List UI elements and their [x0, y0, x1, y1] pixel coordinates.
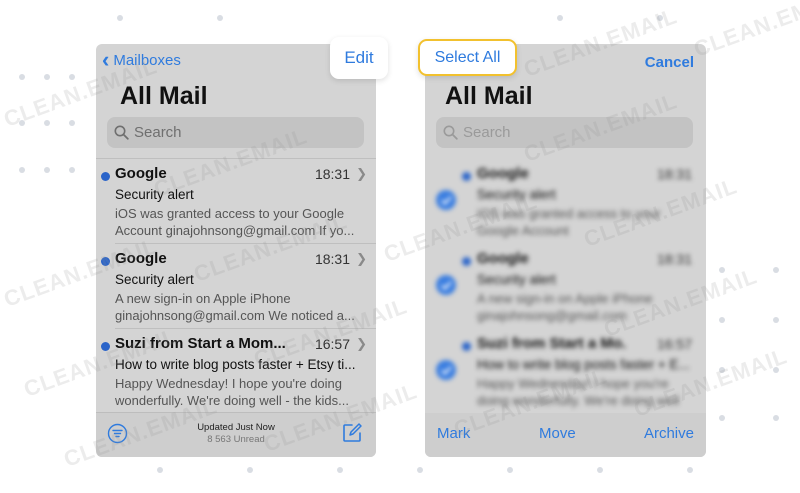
compose-icon[interactable]	[341, 422, 363, 449]
mark-button[interactable]: Mark	[437, 425, 470, 442]
list-item[interactable]: Suzi from Start a Mom... 16:57 ❯ How to …	[96, 329, 376, 411]
email-time: 18:31	[656, 166, 692, 182]
unread-dot-icon	[101, 172, 110, 181]
page-title: All Mail	[445, 82, 533, 110]
list-item[interactable]: Google 18:31 Security alert iOS was gran…	[425, 159, 706, 241]
search-input[interactable]: Search	[436, 117, 693, 148]
email-subject: Security alert	[115, 272, 194, 287]
email-subject: Security alert	[477, 272, 556, 287]
checkmark-icon[interactable]	[436, 275, 456, 295]
email-sender: Suzi from Start a Mo...	[477, 335, 627, 352]
blurred-email-list: Google 18:31 Security alert iOS was gran…	[425, 159, 706, 414]
email-preview: A new sign-in on Apple iPhone ginajohnso…	[115, 291, 355, 323]
search-placeholder: Search	[463, 124, 511, 141]
search-input[interactable]: Search	[107, 117, 364, 148]
bottom-toolbar: Updated Just Now 8 563 Unread	[96, 412, 376, 457]
email-subject: How to write blog posts faster + E...	[477, 357, 690, 372]
chevron-right-icon: ❯	[356, 251, 367, 266]
unread-dot-icon	[462, 257, 471, 266]
edit-toolbar: Mark Move Archive	[425, 413, 706, 457]
email-time: 18:31	[314, 251, 350, 267]
unread-dot-icon	[462, 342, 471, 351]
archive-button[interactable]: Archive	[644, 425, 694, 442]
email-preview: Happy Wednesday! I hope you're doing won…	[115, 376, 349, 408]
email-time: 18:31	[314, 166, 350, 182]
move-button[interactable]: Move	[539, 425, 576, 442]
checkmark-icon[interactable]	[436, 190, 456, 210]
email-subject: How to write blog posts faster + Etsy ti…	[115, 357, 356, 372]
search-icon	[114, 125, 129, 140]
checkmark-icon[interactable]	[436, 360, 456, 380]
back-label: Mailboxes	[113, 52, 181, 69]
unread-dot-icon	[101, 257, 110, 266]
list-item[interactable]: Google 18:31 ❯ Security alert A new sign…	[96, 244, 376, 326]
chevron-right-icon: ❯	[356, 336, 367, 351]
email-preview: iOS was granted access to your Google Ac…	[115, 206, 355, 238]
mail-screen-normal: ‹ Mailboxes All Mail Search Google 18:31…	[96, 44, 376, 457]
email-time: 16:57	[656, 336, 692, 352]
email-subject: Security alert	[477, 187, 556, 202]
list-item[interactable]: Google 18:31 Security alert A new sign-i…	[425, 244, 706, 326]
chevron-right-icon: ❯	[356, 166, 367, 181]
list-item[interactable]: Suzi from Start a Mo... 16:57 How to wri…	[425, 329, 706, 411]
mail-screen-edit-mode: Cancel All Mail Search Google 18:31 Secu…	[425, 44, 706, 457]
search-icon	[443, 125, 458, 140]
email-subject: Security alert	[115, 187, 194, 202]
update-status: Updated Just Now	[197, 422, 275, 433]
email-preview: A new sign-in on Apple iPhone ginajohnso…	[477, 291, 653, 323]
email-sender: Google	[477, 165, 529, 182]
email-preview: Happy Wednesday! I hope you're doing won…	[477, 376, 680, 408]
list-item[interactable]: Google 18:31 ❯ Security alert iOS was gr…	[96, 159, 376, 241]
page-title: All Mail	[120, 82, 208, 110]
unread-dot-icon	[462, 172, 471, 181]
mailbox-status: Updated Just Now 8 563 Unread	[96, 422, 376, 445]
edit-button[interactable]: Edit	[330, 37, 388, 79]
chevron-left-icon: ‹	[102, 46, 110, 72]
email-preview: iOS was granted access to your Google Ac…	[477, 206, 661, 238]
email-time: 18:31	[656, 251, 692, 267]
select-all-button[interactable]: Select All	[418, 39, 517, 76]
unread-dot-icon	[101, 342, 110, 351]
cancel-button[interactable]: Cancel	[645, 54, 694, 71]
email-sender: Suzi from Start a Mom...	[115, 335, 286, 352]
unread-count: 8 563 Unread	[207, 434, 265, 445]
email-time: 16:57	[314, 336, 350, 352]
email-sender: Google	[477, 250, 529, 267]
email-sender: Google	[115, 165, 167, 182]
email-sender: Google	[115, 250, 167, 267]
back-to-mailboxes-button[interactable]: ‹ Mailboxes	[102, 46, 181, 72]
search-placeholder: Search	[134, 124, 182, 141]
